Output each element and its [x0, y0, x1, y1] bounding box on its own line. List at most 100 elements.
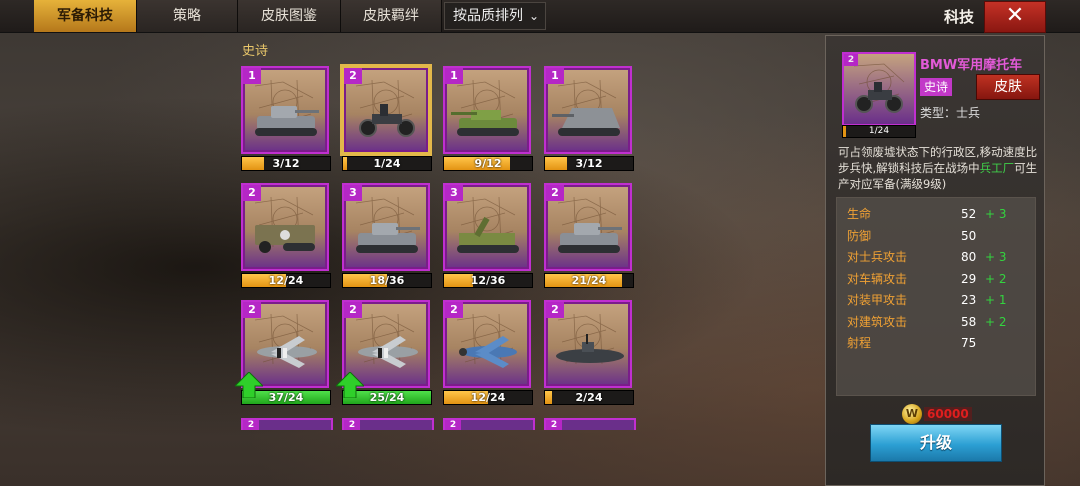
stat-row: 对建筑攻击 58 + 2 — [847, 312, 1027, 332]
stat-value: 80 — [961, 250, 977, 264]
stat-name: 对建筑攻击 — [847, 314, 908, 329]
level-badge: 2 — [344, 420, 360, 430]
tech-card[interactable]: 3 18/36 — [342, 183, 432, 291]
assault-gun-icon — [552, 108, 620, 136]
close-button[interactable]: ✕ — [984, 1, 1046, 33]
upgrade-arrow-icon — [235, 372, 263, 398]
card-progress-bar: 3/12 — [241, 156, 331, 171]
top-bar: 军备科技 策略 皮肤图鉴 皮肤羁绊 按品质排列 ⌄ 科技 ✕ — [0, 0, 1080, 33]
stat-name: 射程 — [847, 336, 872, 350]
level-badge: 2 — [546, 185, 564, 201]
progress-text: 18/36 — [369, 274, 405, 287]
stat-row: 对士兵攻击 80 + 3 — [847, 247, 1027, 267]
card-progress-bar: 2/24 — [544, 390, 634, 405]
card-progress-bar: 3/12 — [544, 156, 634, 171]
card-frame: 2 — [342, 66, 430, 154]
motorcycle-icon — [359, 104, 415, 137]
tech-card-partial[interactable]: 2 — [544, 418, 636, 430]
page-title: 科技 — [944, 8, 975, 26]
stat-row: 射程 75 — [847, 333, 1027, 353]
description-highlight: 兵工厂 — [979, 161, 1015, 175]
detail-unit-thumbnail: 2 — [842, 52, 916, 126]
tech-card-partial[interactable]: 2 — [342, 418, 434, 430]
level-badge: 3 — [445, 185, 463, 201]
stat-name: 对士兵攻击 — [847, 250, 908, 264]
level-badge: 2 — [445, 420, 461, 430]
progress-text: 3/12 — [272, 157, 300, 170]
level-badge: 3 — [344, 185, 362, 201]
detail-progress-bar: 1/24 — [842, 125, 916, 138]
level-badge: 2 — [344, 68, 362, 84]
upgrade-button[interactable]: 升级 — [870, 424, 1002, 462]
card-frame: 2 — [443, 300, 531, 388]
tab-military-tech[interactable]: 军备科技 — [34, 0, 137, 32]
tech-card[interactable]: 2 1/24 — [342, 66, 432, 174]
level-badge: 1 — [243, 68, 261, 84]
tech-card[interactable]: 3 12/36 — [443, 183, 533, 291]
plane-icon — [257, 336, 317, 368]
tech-card[interactable]: 2 12/24 — [241, 183, 331, 291]
unit-type: 类型：士兵 — [920, 106, 981, 120]
stat-row: 对车辆攻击 29 + 2 — [847, 269, 1027, 289]
stat-value: 52 — [961, 207, 977, 221]
tech-card[interactable]: 1 3/12 — [544, 66, 634, 174]
level-badge: 1 — [445, 68, 463, 84]
tech-card[interactable]: 1 3/12 — [241, 66, 331, 174]
stat-value: 23 — [961, 293, 977, 307]
detail-panel: 2 1/24 BMW军用摩托车 史诗 皮肤 类型：士兵 可占领废墟状态下的行政区… — [825, 35, 1045, 486]
coin-icon: W — [902, 404, 922, 424]
card-frame: 1 — [241, 66, 329, 154]
detail-progress-text: 1/24 — [868, 126, 890, 136]
tank-destroyer-icon — [451, 110, 519, 136]
tech-card[interactable]: 2 12/24 — [443, 300, 533, 408]
detail-level-badge: 2 — [844, 54, 858, 66]
progress-text: 12/36 — [470, 274, 506, 287]
tab-skin-bond[interactable]: 皮肤羁绊 — [341, 0, 442, 32]
upgrade-arrow-icon — [336, 372, 364, 398]
artillery-icon — [457, 216, 519, 253]
level-badge: 2 — [445, 302, 463, 318]
tab-skin-gallery[interactable]: 皮肤图鉴 — [238, 0, 341, 32]
stat-bonus: + 2 — [985, 314, 1007, 329]
unit-description: 可占领废墟状态下的行政区,移动速度比步兵快,解锁科技后在战场中兵工厂可生产对应军… — [838, 144, 1038, 192]
level-badge: 2 — [243, 420, 259, 430]
tech-card[interactable]: 2 25/24 — [336, 300, 432, 408]
stat-value: 50 — [961, 228, 977, 243]
tech-card[interactable]: 2 2/24 — [544, 300, 634, 408]
progress-text: 12/24 — [268, 274, 304, 287]
card-frame: 1 — [443, 66, 531, 154]
card-progress-bar: 21/24 — [544, 273, 634, 288]
progress-text: 21/24 — [571, 274, 607, 287]
submarine-icon — [556, 334, 624, 363]
upgrade-cost: 60000 — [924, 407, 972, 421]
stat-bonus: + 3 — [985, 207, 1007, 221]
tab-strategy[interactable]: 策略 — [137, 0, 238, 32]
card-progress-bar: 9/12 — [443, 156, 533, 171]
tech-card-partial[interactable]: 2 — [443, 418, 535, 430]
tech-card[interactable]: 2 21/24 — [544, 183, 634, 291]
sort-label: 按品质排列 — [453, 8, 523, 24]
stat-name: 生命 — [847, 207, 872, 221]
tech-card[interactable]: 2 37/24 — [235, 300, 331, 408]
section-label-epic: 史诗 — [242, 44, 269, 59]
stats-table: 生命 52 + 3 防御 50 对士兵攻击 80 + 3 对车辆攻击 29 + 2 对装甲攻击 23 + … — [836, 197, 1036, 396]
stat-row: 生命 52 + 3 — [847, 204, 1027, 224]
unit-name: BMW军用摩托车 — [920, 58, 1023, 73]
card-progress-bar: 1/24 — [342, 156, 432, 171]
card-frame: 3 — [342, 183, 430, 271]
stat-bonus: + 2 — [985, 271, 1007, 286]
tank-icon — [558, 223, 622, 253]
rarity-badge: 史诗 — [920, 78, 952, 96]
stat-name: 对车辆攻击 — [847, 271, 908, 286]
stat-value: 58 — [961, 314, 977, 329]
card-frame: 3 — [443, 183, 531, 271]
stat-name: 对装甲攻击 — [847, 293, 908, 307]
progress-text: 2/24 — [575, 391, 603, 404]
halftrack-icon — [255, 225, 315, 253]
card-progress-bar: 12/24 — [241, 273, 331, 288]
skin-button[interactable]: 皮肤 — [976, 74, 1040, 100]
level-badge: 2 — [546, 420, 562, 430]
sort-dropdown[interactable]: 按品质排列 ⌄ — [444, 2, 546, 30]
tech-card[interactable]: 1 9/12 — [443, 66, 533, 174]
tech-card-partial[interactable]: 2 — [241, 418, 333, 430]
